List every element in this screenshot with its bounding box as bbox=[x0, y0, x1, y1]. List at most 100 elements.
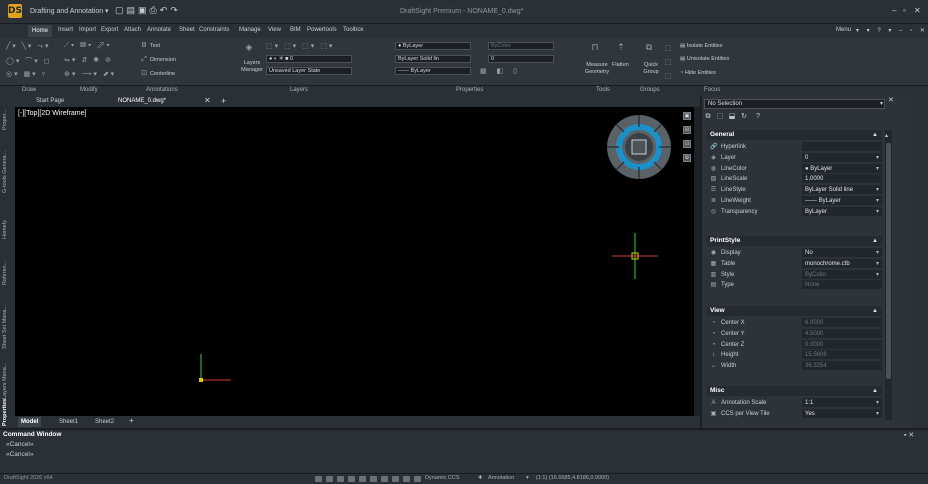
polar-icon[interactable] bbox=[348, 476, 355, 482]
property-value[interactable]: 0.0000 bbox=[802, 339, 882, 349]
nav-orbit-icon[interactable]: ⊡ bbox=[683, 140, 691, 148]
layer-combo[interactable]: ● ◐ ☀ ■ 0 bbox=[266, 55, 352, 63]
dropdown-icon[interactable]: ▾ bbox=[876, 270, 879, 279]
property-row[interactable]: ◉ Display No ▾ bbox=[707, 248, 882, 258]
draw-tools-row1[interactable]: ╱▾ ╲▾ ⤳▾ bbox=[6, 42, 50, 51]
print-icon[interactable]: ⎙ bbox=[150, 5, 160, 15]
tab-home[interactable]: Home bbox=[28, 25, 53, 37]
layers-manager-button[interactable]: Layers Manager bbox=[239, 60, 265, 74]
property-row[interactable]: ◍ LineColor ● ByLayer ▾ bbox=[707, 163, 882, 174]
property-row[interactable]: ≣ LineWeight —— ByLayer ▾ bbox=[707, 196, 882, 206]
close-tab-icon[interactable]: ✕ bbox=[204, 95, 211, 107]
modify-tools-row3[interactable]: ⊕▾ ⟶▾ ⬈▾ bbox=[64, 70, 116, 78]
command-window-controls[interactable]: ▪ ✕ bbox=[904, 431, 914, 439]
modify-tools-row1[interactable]: ⟋▾ ▤▾ ⬀▾ bbox=[64, 42, 112, 50]
centerline-button[interactable]: Centerline bbox=[150, 71, 175, 77]
panel-pin-icon[interactable]: ✕ bbox=[888, 96, 894, 105]
select-entities-icon[interactable]: ⬚ bbox=[716, 113, 724, 121]
sheet-tab-sheet2[interactable]: Sheet2 bbox=[92, 417, 117, 427]
side-tab-properties[interactable]: Properties bbox=[2, 399, 13, 426]
tab-toolbox[interactable]: Toolbox bbox=[343, 27, 364, 33]
workspace-selector[interactable]: Drafting and Annotation bbox=[30, 8, 103, 15]
snap-icon[interactable] bbox=[315, 476, 322, 482]
property-value[interactable]: 1:1 ▾ bbox=[802, 398, 882, 407]
transparency-combo[interactable]: 0 bbox=[488, 55, 554, 63]
property-row[interactable]: ▣ CCS per View Tile Yes ▾ bbox=[707, 408, 882, 419]
property-row[interactable]: ▦ Table monochrome.ctb ▾ bbox=[707, 258, 882, 269]
layer-state-combo[interactable]: Unsaved Layer State bbox=[266, 67, 352, 75]
property-row[interactable]: ↔ Width 36.3254 bbox=[707, 361, 882, 371]
tab-powertools[interactable]: Powertools bbox=[307, 27, 337, 33]
property-value[interactable]: monochrome.ctb ▾ bbox=[802, 258, 882, 268]
dropdown-icon[interactable]: ▾ bbox=[876, 248, 879, 257]
view-cube[interactable] bbox=[605, 113, 673, 181]
tab-annotate[interactable]: Annotate bbox=[147, 27, 171, 33]
property-value[interactable]: —— ByLayer ▾ bbox=[802, 196, 882, 205]
property-value[interactable]: 15.5606 bbox=[802, 350, 882, 360]
save-icon[interactable]: ▣ bbox=[138, 5, 150, 15]
tab-constraints[interactable]: Constraints bbox=[199, 27, 229, 33]
ortho-icon[interactable] bbox=[337, 476, 344, 482]
dropdown-icon[interactable]: ▾ bbox=[876, 398, 879, 407]
redo-icon[interactable]: ↷ bbox=[170, 5, 181, 15]
dimension-button[interactable]: Dimension bbox=[150, 57, 176, 63]
annotation-dropdown-icon[interactable]: ▾ bbox=[526, 475, 529, 481]
tab-attach[interactable]: Attach bbox=[124, 27, 141, 33]
dropdown-icon[interactable]: ▾ bbox=[876, 196, 879, 205]
open-file-icon[interactable]: ▤ bbox=[127, 5, 139, 15]
dropdown-icon[interactable]: ▾ bbox=[876, 185, 879, 194]
side-tab-properties-short[interactable]: Proper... bbox=[2, 100, 13, 140]
property-row[interactable]: ◔ Center Y 4.5000 bbox=[707, 328, 882, 339]
text-button[interactable]: Text bbox=[150, 43, 160, 49]
modify-tools-row2[interactable]: ⇋▾ ⇵ ✺ ⊘ bbox=[64, 56, 113, 64]
property-row[interactable]: ◔ Center Z 0.0000 bbox=[707, 339, 882, 350]
property-row[interactable]: ▥ Style ByColor ▾ bbox=[707, 269, 882, 280]
property-value[interactable]: ByLayer Solid line ▾ bbox=[802, 185, 882, 195]
draw-tools-row2[interactable]: ◯▾ ⌒▾ ◻ bbox=[6, 56, 52, 66]
command-window[interactable] bbox=[0, 429, 928, 473]
dropdown-icon[interactable]: ▾ bbox=[876, 207, 879, 216]
add-tab-icon[interactable]: + bbox=[221, 95, 226, 107]
selection-dropdown-icon[interactable]: ▾ bbox=[880, 100, 883, 107]
color-right-combo[interactable]: ByColor bbox=[488, 42, 554, 50]
isolate-entities-button[interactable]: ▤ Isolate Entities bbox=[680, 43, 723, 49]
refresh-icon[interactable]: ↻ bbox=[740, 113, 748, 121]
lineweight-toggle-icon[interactable] bbox=[381, 476, 388, 482]
etrack-icon[interactable] bbox=[370, 476, 377, 482]
dropdown-icon[interactable]: ▾ bbox=[876, 164, 879, 173]
tab-manage[interactable]: Manage bbox=[239, 27, 261, 33]
menu-button[interactable]: Menu bbox=[836, 27, 851, 33]
esnap-icon[interactable] bbox=[359, 476, 366, 482]
property-row[interactable]: 🔗 Hyperlink bbox=[707, 142, 882, 152]
property-row[interactable]: ◎ Transparency ByLayer ▾ bbox=[707, 206, 882, 217]
property-value[interactable]: 6.0000 bbox=[802, 318, 882, 327]
flatten-button[interactable]: Flatten bbox=[612, 62, 629, 68]
ribbon-controls[interactable]: ▾ ▾ ? ▾ – ▫ ✕ bbox=[856, 27, 928, 34]
section-misc[interactable]: Misc ▲ bbox=[707, 386, 882, 396]
annotation-toggle[interactable]: Annotation bbox=[488, 475, 514, 481]
property-value[interactable] bbox=[802, 142, 882, 151]
hide-entities-button[interactable]: ◔ Hide Entities bbox=[680, 70, 716, 76]
measure-geometry-button[interactable]: Measure Geometry bbox=[582, 62, 612, 76]
tab-sheet[interactable]: Sheet bbox=[179, 27, 195, 33]
dropdown-icon[interactable]: ▾ bbox=[876, 153, 879, 162]
sheet-tab-model[interactable]: Model bbox=[18, 417, 42, 427]
layer-tools-row[interactable]: ⬚▾ ⬚▾ ⬚▾ ⬚▾ bbox=[266, 42, 334, 50]
property-value[interactable]: Yes ▾ bbox=[802, 408, 882, 418]
dynamic-ccs-toggle[interactable]: Dynamic CCS bbox=[425, 475, 460, 481]
linestyle-combo[interactable]: ByLayer Solid lin bbox=[395, 55, 471, 63]
property-tools[interactable]: ▦ ◧ ▯ bbox=[480, 67, 521, 75]
side-tab-gtools[interactable]: G-tools Genera... bbox=[2, 148, 13, 196]
drawing-canvas[interactable] bbox=[15, 107, 694, 416]
property-row[interactable]: ◈ Layer 0 ▾ bbox=[707, 152, 882, 163]
color-combo[interactable]: ● ByLayer bbox=[395, 42, 471, 50]
collapse-arrow-icon[interactable]: ▲ bbox=[872, 306, 878, 316]
undo-icon[interactable]: ↶ bbox=[160, 5, 171, 15]
quick-group-button[interactable]: Quick Group bbox=[640, 62, 662, 76]
property-value[interactable]: 0 ▾ bbox=[802, 152, 882, 162]
cube-face-top[interactable] bbox=[631, 139, 647, 155]
annotation-toggle-icon[interactable]: ✚ bbox=[478, 475, 483, 481]
property-row[interactable]: ▧ LineScale 1.0000 bbox=[707, 174, 882, 184]
scroll-up-icon[interactable]: ▴ bbox=[885, 132, 888, 139]
section-printstyle[interactable]: PrintStyle ▲ bbox=[707, 236, 882, 246]
